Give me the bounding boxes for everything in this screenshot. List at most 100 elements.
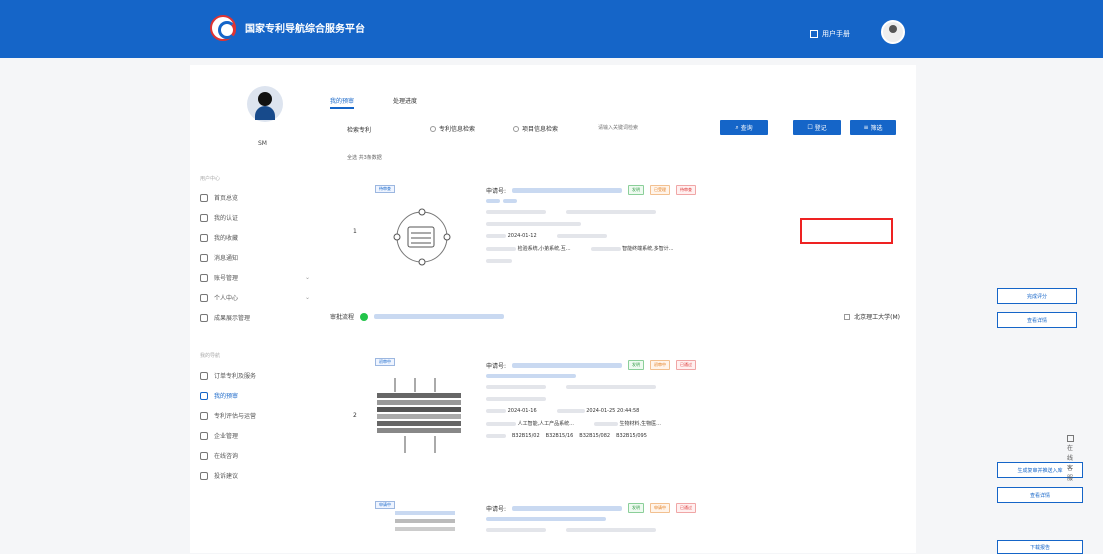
radio-project-search[interactable]: 项目信息检索 — [513, 124, 558, 133]
patent-info: 申请号: 发明 申请中 已通过 — [486, 503, 697, 533]
status-badge: 已受理 — [650, 185, 671, 195]
diagram-icon — [393, 208, 451, 266]
sidebar-item-home[interactable]: 首页总览 — [200, 193, 310, 202]
sidebar-item-consult[interactable]: 在线咨询 — [200, 451, 310, 460]
chart-icon — [200, 411, 208, 420]
type-badge: 发明 — [628, 503, 645, 513]
user-avatar[interactable] — [881, 20, 905, 44]
process-label: 审批流程 — [330, 314, 355, 321]
tab-progress[interactable]: 处理进度 — [393, 96, 417, 105]
sidebar-item-results[interactable]: 成果展示管理 — [200, 313, 310, 322]
ipc-code: B32B15/095 — [616, 433, 647, 439]
filter-icon: ≡ — [863, 124, 871, 131]
layered-structure-icon — [377, 378, 461, 453]
field-b: 智能终端系统,多智计... — [622, 246, 674, 252]
menu-section-title-user: 用户中心 — [200, 176, 221, 182]
review-badge: 待审查 — [676, 185, 697, 195]
review-time: 2024-01-25 20:44:58 — [586, 408, 640, 414]
sidebar-item-enterprise[interactable]: 企业管理 — [200, 431, 310, 440]
sidebar-item-messages[interactable]: 消息通知 — [200, 253, 310, 262]
main-panel: SM 用户中心 首页总览 我的认证 我的收藏 消息通知 账号管理 ⌄ 个人中心 ⌄ … — [190, 65, 1083, 554]
status-tag: 初审中 — [375, 358, 395, 366]
bell-icon — [200, 253, 208, 262]
patent-thumbnail[interactable]: 申请中 — [375, 501, 465, 551]
application-date: 2024-01-16 — [507, 408, 537, 414]
application-number-label: 申请号: — [486, 362, 507, 370]
patent-card-3: 申请中 申请号: 发明 申请中 已通过 下载报告 — [330, 498, 1083, 554]
field-a: 检验系统,小弟系统,互... — [517, 246, 571, 252]
register-button[interactable]: ☐ 登记 — [793, 120, 841, 135]
filter-button[interactable]: ≡ 筛选 — [850, 120, 896, 135]
field-a: 人工智能,人工产品系统... — [517, 421, 574, 427]
user-manual-link[interactable]: 用户手册 — [810, 29, 850, 39]
star-icon — [200, 233, 208, 242]
ipc-code: B32B15/082 — [579, 433, 611, 439]
platform-title[interactable]: 国家专利导航综合服务平台 — [245, 20, 365, 35]
checkbox-icon — [844, 313, 851, 320]
tab-my-review[interactable]: 我的预审 — [330, 96, 355, 109]
top-navigation-bar: 国家专利导航综合服务平台 用户手册 — [0, 0, 1103, 58]
application-number-label: 申请号: — [486, 187, 507, 195]
card-number: 1 — [353, 228, 357, 235]
certificate-icon — [200, 213, 208, 222]
field-b: 生物材料,生物医... — [619, 421, 661, 427]
search-input[interactable] — [598, 120, 704, 135]
application-number[interactable] — [512, 362, 623, 368]
complete-score-button[interactable]: 完成评分 — [997, 288, 1077, 304]
radio-patient-search[interactable]: 专利信息检索 — [430, 124, 475, 133]
home-icon — [200, 193, 208, 202]
online-service-panel[interactable]: 在 线 客 服 — [1064, 435, 1076, 482]
patent-thumbnail[interactable]: 待审查 — [375, 185, 465, 280]
view-details-button[interactable]: 查看详情 — [997, 487, 1083, 503]
sidebar-item-my-review[interactable]: 我的预审 — [200, 391, 310, 400]
user-icon — [200, 293, 208, 302]
patent-info: 申请号: 发明 已受理 待审查 2024-01-12 检验系统,小弟系统,互..… — [486, 185, 697, 264]
university-label[interactable]: 北京理工大学(M) — [844, 312, 900, 321]
patent-thumbnail[interactable]: 初审中 — [375, 358, 465, 468]
profile-avatar — [247, 86, 283, 122]
highlight-box — [800, 218, 893, 244]
status-badge: 初审中 — [650, 360, 671, 370]
radio-icon — [513, 125, 519, 132]
patent-info: 申请号: 发明 初审中 已通过 2024-01-16 2024-01-25 20… — [486, 360, 697, 439]
view-details-button[interactable]: 查看详情 — [997, 312, 1077, 328]
filter-label: 检索专利 — [347, 127, 372, 134]
result-count: 全选 共3条数据 — [347, 155, 382, 161]
service-icon — [1066, 435, 1074, 442]
sidebar-item-favorites[interactable]: 我的收藏 — [200, 233, 310, 242]
status-dot-icon — [360, 312, 369, 321]
application-number[interactable] — [512, 505, 623, 511]
sidebar-item-certificate[interactable]: 我的认证 — [200, 213, 310, 222]
application-number[interactable] — [512, 187, 623, 193]
patent-card-2: 2 初审中 申请号: 发明 初审中 已通过 2024-01-16 2024-01… — [330, 355, 1083, 503]
document-icon — [200, 313, 208, 322]
status-badge: 申请中 — [650, 503, 671, 513]
download-report-button[interactable]: 下载报告 — [997, 540, 1083, 554]
register-icon: ☐ — [807, 124, 815, 131]
sidebar-item-account[interactable]: 账号管理 ⌄ — [200, 273, 310, 282]
chat-icon — [200, 451, 208, 460]
application-date: 2024-01-12 — [507, 233, 537, 239]
building-icon — [200, 431, 208, 440]
review-badge: 已通过 — [676, 360, 697, 370]
ipc-code: B32B15/02 — [512, 433, 540, 439]
sidebar-item-orders[interactable]: 订单专利及服务 — [200, 371, 310, 380]
search-button[interactable]: ⌕ 查询 — [720, 120, 768, 135]
feedback-icon — [200, 471, 208, 480]
ipc-code: B32B15/16 — [545, 433, 574, 439]
sidebar-item-feedback[interactable]: 投诉建议 — [200, 471, 310, 480]
type-badge: 发明 — [628, 185, 645, 195]
process-text — [374, 314, 505, 319]
book-icon — [810, 30, 818, 38]
status-tag: 申请中 — [375, 501, 395, 509]
platform-logo-icon[interactable] — [210, 15, 236, 41]
chevron-down-icon: ⌄ — [304, 294, 310, 301]
radio-icon — [430, 125, 436, 132]
approval-process-bar: 审批流程 北京理工大学(M) — [330, 312, 900, 321]
account-icon — [200, 273, 208, 282]
type-badge: 发明 — [628, 360, 645, 370]
review-icon — [200, 391, 208, 400]
status-tag: 待审查 — [375, 185, 395, 193]
sidebar-item-profile[interactable]: 个人中心 ⌄ — [200, 293, 310, 302]
sidebar-item-evaluation[interactable]: 专利评估与运营 — [200, 411, 310, 420]
